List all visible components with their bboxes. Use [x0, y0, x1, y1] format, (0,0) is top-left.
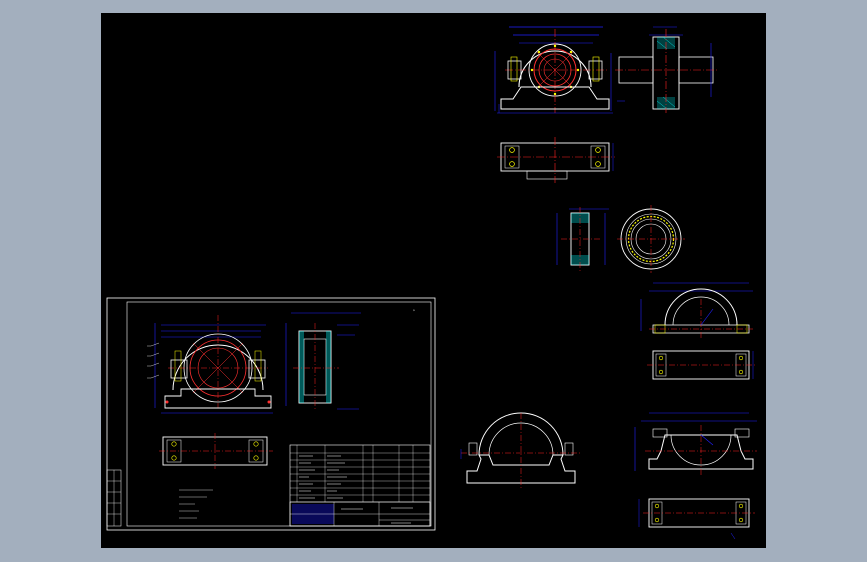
technical-notes	[179, 489, 213, 519]
base-front-view[interactable]	[634, 412, 757, 475]
bearing-section[interactable]	[556, 207, 609, 271]
title-block[interactable]	[289, 444, 431, 527]
front-view-assembly[interactable]	[494, 26, 613, 114]
drawing-sheet: ◇	[106, 297, 436, 531]
sheet-outer-border	[106, 297, 436, 531]
parts-list-text-marks	[299, 455, 347, 499]
cad-drawing-viewport[interactable]: ◇	[101, 13, 766, 548]
base-top-view[interactable]	[638, 498, 755, 540]
binding-strip	[106, 469, 122, 527]
top-view-assembly[interactable]	[497, 137, 615, 183]
sheet-top-view	[159, 433, 273, 469]
parts-list-rows	[290, 445, 430, 503]
bearing-front[interactable]	[617, 205, 685, 273]
cap-top-view[interactable]	[647, 350, 755, 380]
drawing-canvas[interactable]: ◇	[101, 13, 766, 548]
sheet-side-section	[285, 312, 361, 410]
cap-front-view[interactable]	[640, 282, 753, 339]
sheet-inner-border	[126, 301, 432, 527]
sheet-corner-mark: ◇	[413, 308, 415, 312]
housing-side-view[interactable]	[460, 412, 581, 489]
side-section-assembly[interactable]	[615, 26, 717, 113]
sheet-front-view	[147, 315, 273, 414]
